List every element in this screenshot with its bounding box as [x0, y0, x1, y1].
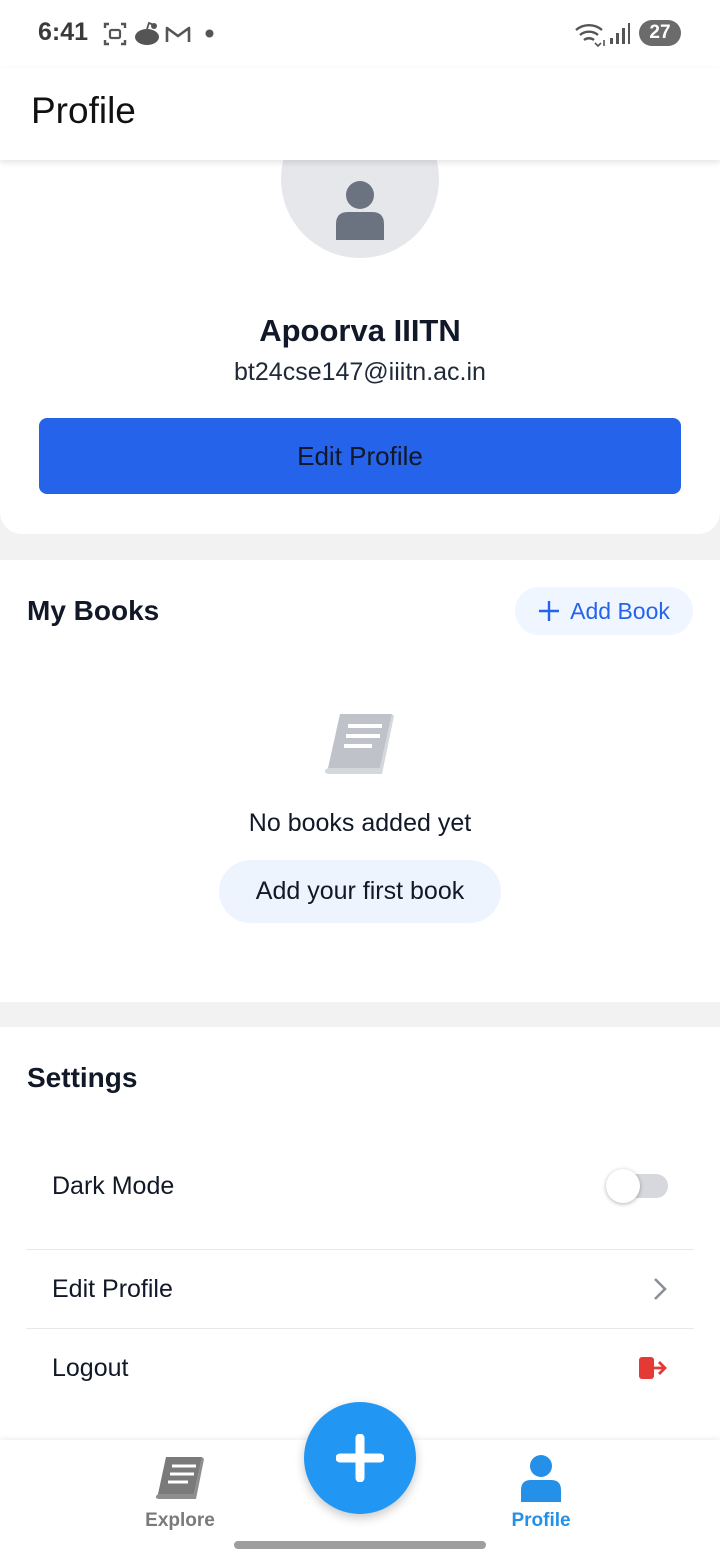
user-icon [521, 1455, 561, 1502]
setting-row-logout[interactable]: Logout [26, 1329, 694, 1407]
logout-label: Logout [52, 1353, 129, 1382]
status-time: 6:41 [38, 18, 89, 46]
nav-item-profile[interactable]: Profile [461, 1454, 621, 1532]
screenshot-icon [103, 22, 127, 46]
add-fab-button[interactable] [304, 1402, 416, 1514]
plus-icon [336, 1434, 384, 1482]
avatar[interactable] [281, 150, 439, 258]
book-icon [155, 1457, 204, 1499]
book-icon [324, 714, 394, 774]
user-name: Apoorva IIITN [259, 313, 461, 348]
nav-item-explore[interactable]: Explore [100, 1454, 260, 1532]
status-bar: 6:41 27 [0, 0, 720, 68]
dark-mode-label: Dark Mode [52, 1171, 175, 1200]
add-book-button[interactable]: Add Book [515, 587, 693, 635]
app-header: Profile [0, 68, 720, 160]
battery-icon: 27 [639, 20, 681, 46]
empty-books-message: No books added yet [248, 809, 472, 837]
edit-profile-setting-label: Edit Profile [52, 1274, 173, 1303]
add-first-book-button[interactable]: Add your first book [219, 860, 501, 923]
user-email: bt24cse147@iiitn.ac.in [234, 358, 486, 386]
chevron-right-icon [654, 1278, 667, 1300]
plus-icon [539, 601, 560, 621]
user-icon [336, 181, 384, 240]
nav-label-profile: Profile [511, 1510, 571, 1531]
dark-mode-toggle[interactable] [606, 1169, 668, 1203]
signal-icon [610, 23, 630, 44]
profile-card: Apoorva IIITN bt24cse147@iiitn.ac.in Edi… [0, 150, 720, 534]
home-indicator[interactable] [234, 1541, 486, 1549]
toggle-knob [606, 1169, 640, 1203]
section-title-settings: Settings [27, 1062, 138, 1093]
page-title: Profile [31, 90, 136, 131]
gmail-icon [165, 26, 191, 42]
setting-row-dark-mode[interactable]: Dark Mode [26, 1147, 694, 1225]
settings-section: Settings Dark Mode Edit Profile Logout [0, 1027, 720, 1447]
nav-label-explore: Explore [145, 1510, 215, 1531]
notification-dot-icon [205, 29, 214, 38]
wifi-icon [575, 24, 605, 48]
reddit-icon [135, 21, 159, 45]
setting-row-edit-profile[interactable]: Edit Profile [26, 1250, 694, 1328]
logout-icon[interactable] [638, 1355, 668, 1381]
add-book-label: Add Book [570, 597, 670, 624]
my-books-section: My Books Add Book No books added yet Add… [0, 560, 720, 1002]
edit-profile-button[interactable]: Edit Profile [39, 418, 681, 494]
section-title-my-books: My Books [27, 595, 160, 626]
